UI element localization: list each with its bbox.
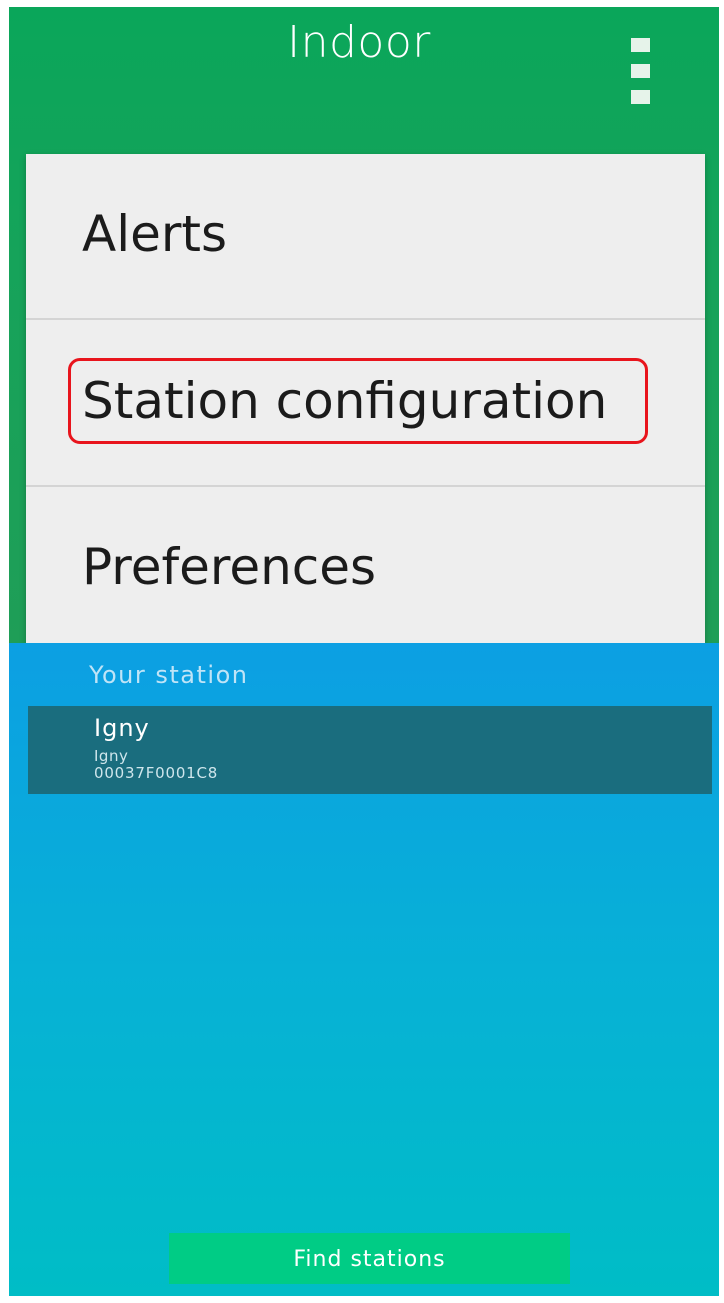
menu-item-label: Alerts [82,205,228,263]
overflow-dot-bottom [631,90,650,104]
station-panel: Your station Igny Igny 00037F0001C8 Find… [9,643,719,1296]
app-screen: Indoor Alerts Station configuration Pref… [9,7,719,1296]
find-stations-button[interactable]: Find stations [169,1233,570,1284]
station-name: Igny [94,714,150,742]
menu-item-preferences[interactable]: Preferences [26,487,705,652]
highlight-annotation [68,358,648,444]
menu-item-alerts[interactable]: Alerts [26,154,705,319]
overflow-dropdown-menu: Alerts Station configuration Preferences [26,154,705,654]
indoor-activity: Indoor Alerts Station configuration Pref… [9,7,719,654]
overflow-dot-middle [631,64,650,78]
overflow-menu-icon[interactable] [631,38,651,106]
station-location: Igny [94,747,129,765]
app-title: Indoor [287,17,431,68]
overflow-dot-top [631,38,650,52]
station-id: 00037F0001C8 [94,764,219,782]
section-title: Your station [89,661,249,689]
menu-item-label: Preferences [82,538,377,596]
station-list-item[interactable]: Igny Igny 00037F0001C8 [28,706,712,794]
